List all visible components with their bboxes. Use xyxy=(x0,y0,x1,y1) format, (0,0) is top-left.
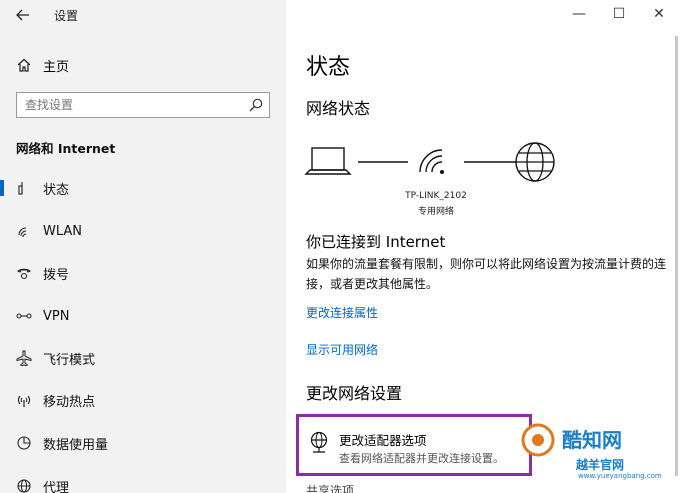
status-icon xyxy=(18,182,23,195)
adapter-options-description: 查看网络适配器并更改连接设置。 xyxy=(339,452,504,465)
sidebar-item-airplane[interactable]: 飞行模式 xyxy=(0,343,286,373)
back-button[interactable] xyxy=(12,4,34,26)
change-adapter-options-button[interactable]: 更改适配器选项 查看网络适配器并更改连接设置。 xyxy=(296,414,532,476)
sharing-options-item[interactable]: 共享选项 xyxy=(306,482,354,493)
connection-status-title: 你已连接到 Internet xyxy=(306,233,446,251)
sidebar-item-status[interactable]: 状态 xyxy=(0,173,286,203)
adapter-icon xyxy=(310,431,328,453)
search-input[interactable] xyxy=(17,94,237,116)
main-content: 状态 网络状态 TP-LINK_2102 专用网络 你已连接到 Internet… xyxy=(286,0,682,493)
scrollbar[interactable] xyxy=(675,36,678,476)
search-icon[interactable] xyxy=(249,98,263,112)
network-status-heading: 网络状态 xyxy=(306,99,371,118)
search-box[interactable] xyxy=(16,92,270,118)
sidebar: 设置 主页 网络和 Internet 状态 WLAN 拨号 xyxy=(0,0,286,493)
sidebar-item-hotspot[interactable]: 移动热点 xyxy=(0,385,286,415)
vpn-icon xyxy=(16,313,32,319)
globe-icon xyxy=(17,479,31,493)
sidebar-item-data-usage[interactable]: 数据使用量 xyxy=(0,428,286,458)
wifi-icon xyxy=(18,227,27,238)
sidebar-item-vpn[interactable]: VPN xyxy=(0,301,286,331)
network-ssid: TP-LINK_2102 xyxy=(405,191,467,201)
change-network-settings-heading: 更改网络设置 xyxy=(306,384,403,403)
sidebar-item-label: 数据使用量 xyxy=(43,437,109,453)
globe-icon xyxy=(515,142,555,182)
window-title: 设置 xyxy=(54,9,79,23)
sidebar-item-dialup[interactable]: 拨号 xyxy=(0,258,286,288)
sidebar-item-label: 状态 xyxy=(43,182,70,198)
arrow-left-icon xyxy=(16,9,29,21)
sidebar-item-label: WLAN xyxy=(43,223,83,239)
adapter-options-title: 更改适配器选项 xyxy=(339,433,427,448)
airplane-icon xyxy=(16,350,32,366)
show-available-networks-link[interactable]: 显示可用网络 xyxy=(306,341,378,358)
hotspot-icon xyxy=(17,395,31,407)
sidebar-item-label: 代理 xyxy=(43,480,70,493)
change-connection-properties-link[interactable]: 更改连接属性 xyxy=(306,304,378,321)
connection-status-description: 如果你的流量套餐有限制，则你可以将此网络设置为按流量计费的连接，或者更改其他属性… xyxy=(306,257,667,291)
sidebar-item-label: VPN xyxy=(43,308,70,324)
dialup-icon xyxy=(16,268,32,280)
data-usage-icon xyxy=(17,436,31,450)
laptop-icon xyxy=(304,147,352,175)
sidebar-item-home[interactable]: 主页 xyxy=(0,50,286,80)
network-type: 专用网络 xyxy=(417,207,454,217)
sidebar-item-label: 主页 xyxy=(43,59,70,75)
page-title: 状态 xyxy=(306,55,351,80)
sidebar-item-label: 拨号 xyxy=(43,267,70,283)
home-icon xyxy=(17,58,31,72)
sidebar-item-wlan[interactable]: WLAN xyxy=(0,216,286,246)
wifi-signal-icon xyxy=(419,149,444,174)
sidebar-section-heading: 网络和 Internet xyxy=(16,141,116,156)
sidebar-item-label: 移动热点 xyxy=(43,394,96,410)
sidebar-item-proxy[interactable]: 代理 xyxy=(0,471,286,493)
sidebar-item-label: 飞行模式 xyxy=(43,352,96,368)
